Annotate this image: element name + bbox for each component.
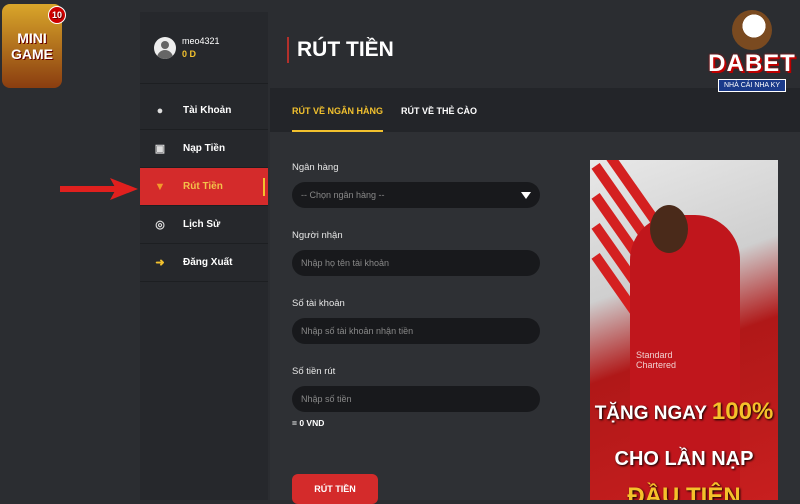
withdraw-icon: ▼	[154, 180, 166, 193]
amount-label: Số tiền rút	[292, 366, 336, 377]
sidebar-item-deposit[interactable]: ▣ Nạp Tiền	[140, 130, 268, 168]
promo-highlight: 100%	[711, 398, 774, 425]
conversion-text: = 0 VND	[292, 418, 325, 428]
dabet-tagline: NHÀ CÁI NHA KY	[717, 79, 786, 92]
sidebar-item-label: Lịch Sử	[183, 219, 221, 230]
promo-line-3: ĐẦU TIÊN	[627, 483, 741, 500]
user-icon: ●	[156, 104, 164, 117]
promo-line-1: TẶNG NGAY 100%	[590, 398, 778, 426]
avatar[interactable]	[154, 36, 176, 59]
minigame-logo: 10 MINI GAME	[2, 4, 66, 88]
caret-down-icon	[521, 191, 531, 199]
sidebar-item-history[interactable]: ◎ Lịch Sử	[140, 206, 268, 244]
username: meo4321	[182, 36, 220, 46]
amount-input[interactable]: Nhập số tiền	[292, 386, 540, 412]
sidebar-item-account[interactable]: ● Tài Khoản	[140, 92, 268, 130]
sidebar-item-label: Tài Khoản	[183, 105, 232, 116]
history-icon: ◎	[155, 218, 165, 231]
eagle-icon	[732, 10, 772, 50]
logo-text: MINI GAME	[11, 30, 53, 62]
tab-bank[interactable]: RÚT VỀ NGÂN HÀNG	[292, 106, 384, 132]
recipient-label: Người nhận	[292, 230, 343, 241]
dabet-logo: DABET NHÀ CÁI NHA KY	[708, 10, 796, 115]
account-label: Số tài khoản	[292, 298, 345, 309]
account-number-input[interactable]: Nhập số tài khoản nhận tiền	[292, 318, 540, 344]
sidebar: meo4321 0 D ● Tài Khoản ▣ Nạp Tiền ▼ Rút Ti…	[140, 12, 268, 500]
sidebar-item-logout[interactable]: ➜ Đăng Xuất	[140, 244, 268, 282]
sidebar-item-label: Đăng Xuất	[183, 257, 233, 268]
player-head	[650, 205, 688, 253]
user-profile: meo4321 0 D	[140, 12, 268, 84]
sponsor-text: Standard Chartered	[636, 350, 677, 370]
bank-select-placeholder: -- Chọn ngân hàng --	[301, 190, 385, 200]
tab-card[interactable]: RÚT VỀ THẺ CÀO	[401, 106, 477, 132]
recipient-input[interactable]: Nhập họ tên tài khoản	[292, 250, 540, 276]
sidebar-item-withdraw[interactable]: ▼ Rút Tiền	[140, 168, 268, 206]
sidebar-item-label: Nạp Tiền	[183, 143, 226, 154]
withdraw-form: Ngân hàng -- Chọn ngân hàng -- Người nhậ…	[292, 162, 540, 428]
bank-label: Ngân hàng	[292, 162, 339, 173]
logo-badge: 10	[48, 6, 66, 24]
promo-banner[interactable]: Standard Chartered TẶNG NGAY 100% CHO LẦ…	[590, 160, 778, 500]
deposit-icon: ▣	[154, 142, 166, 155]
promo-line-1-text: TẶNG NGAY	[594, 403, 707, 424]
bank-select[interactable]: -- Chọn ngân hàng --	[292, 182, 540, 208]
sidebar-item-label: Rút Tiền	[183, 181, 223, 192]
title-accent	[287, 37, 289, 63]
promo-line-2: CHO LẦN NẠP	[614, 448, 754, 470]
balance: 0 D	[182, 49, 197, 59]
page-title: RÚT TIỀN	[297, 38, 394, 61]
dabet-wordmark: DABET	[708, 50, 796, 77]
logout-icon: ➜	[155, 256, 165, 269]
red-arrow-icon	[60, 178, 138, 200]
